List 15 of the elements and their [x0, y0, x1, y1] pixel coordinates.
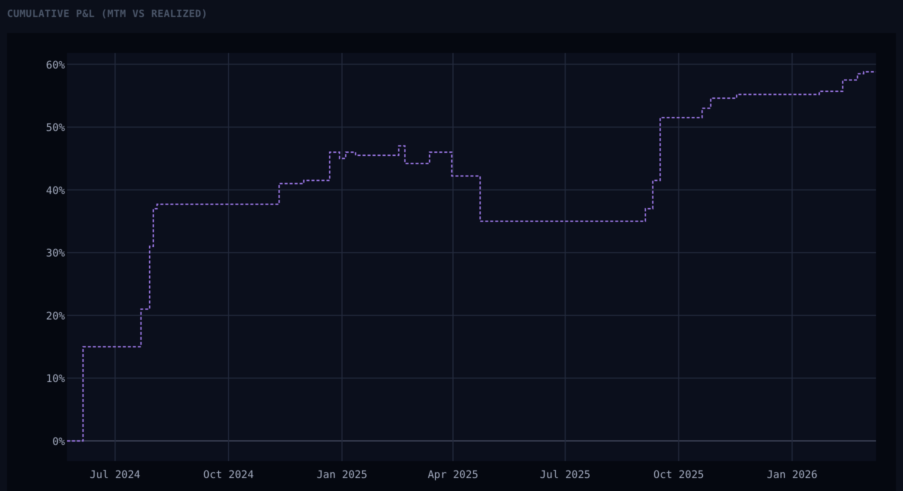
y-axis-label: 60%: [46, 59, 65, 72]
x-axis-label: Jul 2025: [540, 469, 591, 481]
x-axis-label: Jan 2025: [316, 469, 368, 481]
y-axis-label: 30%: [46, 248, 65, 260]
x-axis-label: Oct 2025: [653, 469, 704, 481]
x-axis-label: Jul 2024: [90, 469, 140, 481]
y-axis-label: 0%: [52, 436, 65, 448]
chart-title: CUMULATIVE P&L (MTM VS REALIZED): [6, 8, 209, 22]
y-axis-label: 20%: [46, 310, 65, 322]
y-axis-label: 40%: [46, 184, 65, 197]
x-axis-label: Oct 2024: [203, 469, 254, 481]
x-axis-label: Apr 2025: [428, 469, 478, 481]
x-axis-label: Jan 2026: [766, 469, 818, 481]
y-axis-label: 50%: [46, 122, 65, 134]
y-axis-label: 10%: [46, 373, 65, 386]
